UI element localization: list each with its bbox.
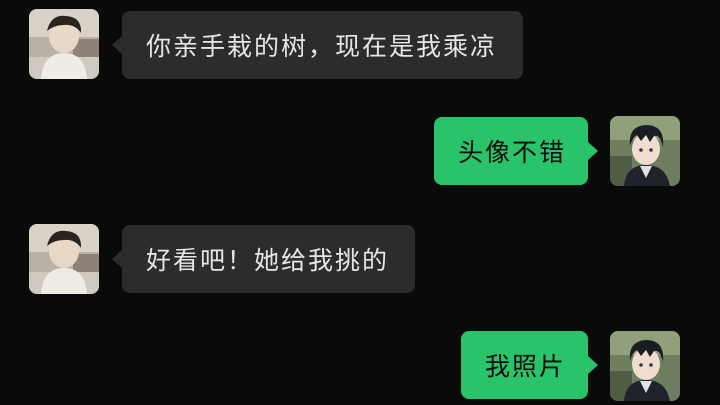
message-text: 你亲手栽的树，现在是我乘凉 bbox=[146, 32, 498, 61]
message-bubble-outgoing[interactable]: 我照片 bbox=[460, 331, 598, 399]
message-bubble-incoming[interactable]: 你亲手栽的树，现在是我乘凉 bbox=[112, 11, 524, 79]
message-text: 好看吧！她给我挑的 bbox=[146, 246, 390, 275]
bubble-tail bbox=[112, 36, 122, 54]
contact-avatar[interactable] bbox=[29, 224, 99, 294]
bubble-tail bbox=[112, 250, 122, 268]
self-avatar[interactable] bbox=[610, 116, 680, 186]
contact-avatar[interactable] bbox=[29, 9, 99, 79]
message-text: 头像不错 bbox=[457, 138, 566, 167]
message-bubble-incoming[interactable]: 好看吧！她给我挑的 bbox=[112, 225, 416, 293]
bubble-tail bbox=[588, 356, 598, 374]
chat-window: 你亲手栽的树，现在是我乘凉 头像不错 好看吧！她给我挑的 我照片 bbox=[0, 0, 720, 405]
self-avatar[interactable] bbox=[610, 331, 680, 401]
message-text: 我照片 bbox=[484, 352, 566, 381]
message-bubble-outgoing[interactable]: 头像不错 bbox=[433, 117, 598, 185]
bubble-tail bbox=[588, 142, 598, 160]
